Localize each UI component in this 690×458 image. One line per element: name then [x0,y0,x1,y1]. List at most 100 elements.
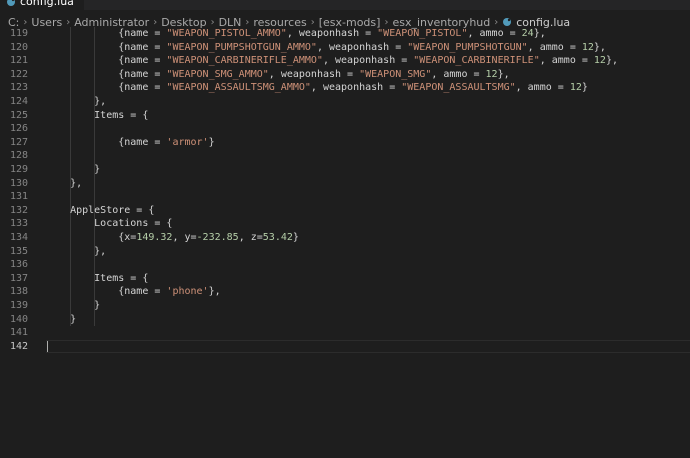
code-line[interactable]: 138 {name = 'phone'}, [0,285,690,299]
code-line[interactable]: 127 {name = 'armor'} [0,136,690,150]
code-token: {name = [46,136,167,148]
code-token: Items = { [46,109,149,121]
code-token: , weaponhash = [310,82,402,94]
line-number: 131 [9,191,28,203]
line-number: 129 [9,164,28,175]
line-number: 125 [9,109,28,121]
code-token: , ammo = [539,55,594,67]
code-token: }, [46,245,107,257]
code-line[interactable]: 132 AppleStore = { [0,204,690,218]
line-number: 139 [9,300,28,311]
code-line[interactable]: 133 Locations = { [0,217,690,231]
code-token: } [46,300,101,311]
code-token: , ammo = [467,28,522,39]
code-text: {name = 'armor'} [46,136,214,150]
code-text: }, [46,245,106,259]
code-text: {name = "WEAPON_PUMPSHOTGUN_AMMO", weapo… [46,41,606,55]
code-token: , z= [238,232,263,243]
code-token: } [46,164,101,175]
code-token: {name = [46,82,167,94]
code-line[interactable]: 140 } [0,313,690,327]
code-token: , weaponhash = [316,41,408,53]
line-number: 138 [9,286,28,298]
code-line[interactable]: 124 }, [0,95,690,109]
code-token: }, [533,28,546,39]
code-line[interactable]: 136 [0,258,690,272]
chevron-right-icon: › [310,16,315,28]
code-token: 149.32 [136,232,173,243]
code-text: {name = "WEAPON_ASSAULTSMG_AMMO", weapon… [46,81,588,95]
code-token: }, [46,177,83,189]
code-token: 'phone' [166,286,209,298]
code-text: {name = "WEAPON_SMG_AMMO", weaponhash = … [46,68,510,82]
code-line[interactable]: 119 {name = "WEAPON_PISTOL_AMMO", weapon… [0,27,690,41]
tab-bar: config.lua [0,0,690,10]
code-token: 53.42 [262,232,293,243]
code-token: 'armor' [166,136,209,148]
code-text: {name = 'phone'}, [46,285,220,299]
code-line[interactable]: 130 }, [0,177,690,191]
code-token: } [46,313,77,325]
code-token: "WEAPON_CARBINERIFLE" [413,55,540,67]
chevron-right-icon: › [210,16,215,28]
chevron-right-icon: › [494,16,499,28]
code-line[interactable]: 122 {name = "WEAPON_SMG_AMMO", weaponhas… [0,68,690,82]
code-token: Locations = { [46,218,173,230]
code-token: 12 [593,55,606,67]
current-line-highlight [46,339,690,354]
code-token: "WEAPON_PISTOL_AMMO" [166,28,287,39]
code-token: {name = [46,68,167,80]
chevron-right-icon: › [153,16,158,28]
line-number: 123 [9,82,28,94]
code-token: }, [605,55,618,67]
line-number: 141 [9,327,28,339]
code-line[interactable]: 137 Items = { [0,272,690,286]
line-number: 124 [9,96,28,107]
code-token: , ammo = [515,82,570,94]
code-line[interactable]: 134 {x=149.32, y=-232.85, z=53.42} [0,231,690,245]
code-text: } [46,163,100,177]
tab-label: config.lua [20,0,74,8]
code-token: "WEAPON_CARBINERIFLE_AMMO" [166,55,323,67]
line-number: 119 [9,28,28,39]
code-line[interactable]: 128 [0,149,690,163]
code-editor[interactable]: 119 {name = "WEAPON_PISTOL_AMMO" , weapon… [0,27,690,458]
code-line[interactable]: 142 [0,339,690,354]
line-number: 121 [9,55,28,67]
chevron-right-icon: › [23,16,28,28]
vscode-window: config.lua C: › Users › Administrator › … [0,0,690,458]
line-number: 140 [9,313,28,325]
code-token: 12 [485,68,498,80]
code-line[interactable]: 125 Items = { [0,109,690,123]
line-number: 122 [9,68,28,80]
code-line[interactable]: 120 {name = "WEAPON_PUMPSHOTGUN_AMMO", w… [0,41,690,55]
code-token: , ammo = [527,41,582,53]
code-text: {name = "WEAPON_CARBINERIFLE_AMMO", weap… [46,54,618,68]
code-line[interactable]: 141 [0,326,690,340]
code-token: , y= [172,232,197,243]
code-line[interactable]: 129 } [0,163,690,177]
code-line[interactable]: 126 [0,122,690,136]
tab-config-lua[interactable]: config.lua [0,0,84,10]
code-token: }, [46,96,107,107]
code-token: {name = [46,286,167,298]
code-token: }, [593,41,606,53]
code-token: 12 [581,41,594,53]
code-text: }, [46,177,82,191]
code-token: {name = [46,41,167,53]
line-number: 130 [9,177,28,189]
code-token: "WEAPON_SMG_AMMO" [166,68,269,80]
code-token: }, [497,68,510,80]
line-number: 126 [9,123,28,135]
code-line[interactable]: 131 [0,190,690,204]
code-token: 12 [569,82,582,94]
code-line[interactable]: 123 {name = "WEAPON_ASSAULTSMG_AMMO", we… [0,81,690,95]
line-number: 127 [9,136,28,148]
code-line[interactable]: 139 } [0,299,690,313]
code-text: AppleStore = { [46,204,154,218]
code-token: {name = [46,28,167,39]
code-line[interactable]: 121 {name = "WEAPON_CARBINERIFLE_AMMO", … [0,54,690,68]
code-token: "WEAPON_ASSAULTSMG_AMMO" [166,82,311,94]
code-token: "WEAPON_SMG" [359,68,432,80]
code-line[interactable]: 135 }, [0,245,690,259]
